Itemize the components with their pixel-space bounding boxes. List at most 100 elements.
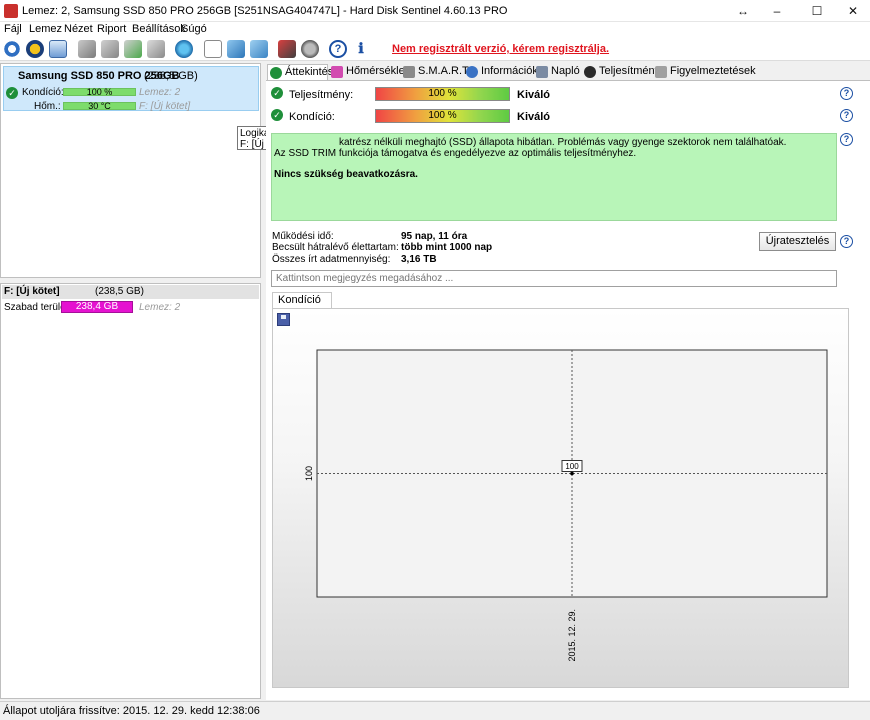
free-space-ref: Lemez: 2 <box>139 302 181 313</box>
disk-health-label: Kondíció: <box>22 87 64 98</box>
data-label: 100 <box>565 462 579 471</box>
retest-help-icon[interactable]: ? <box>840 235 853 248</box>
menu-file[interactable]: Fájl <box>4 23 22 35</box>
uptime-value: 95 nap, 11 óra <box>401 231 468 242</box>
x-tick-label: 2015. 12. 29. <box>567 609 577 662</box>
disk-list-item-selected[interactable]: Samsung SSD 850 PRO 256GB (238,5 GB) ✓ K… <box>3 66 259 112</box>
health-ok-icon: ✓ <box>271 109 283 121</box>
tab-log[interactable]: Napló <box>534 64 580 80</box>
network-2-icon[interactable] <box>250 40 268 58</box>
refresh-icon[interactable] <box>3 40 21 58</box>
chart-tab-health[interactable]: Kondíció (%) <box>272 292 332 321</box>
retest-button[interactable]: Újratesztelés <box>759 232 836 251</box>
message-line-1: katrész nélküli meghajtó (SSD) állapota … <box>339 137 787 148</box>
message-recommendation: Nincs szükség beavatkozásra. <box>274 169 418 180</box>
toolbar: ? ℹ Nem regisztrált verzió, kérem regisz… <box>0 37 870 61</box>
tab-temperature-label: Hőmérséklet <box>346 65 408 77</box>
menu-report[interactable]: Riport <box>97 23 126 35</box>
menu-view[interactable]: Nézet <box>64 23 93 35</box>
tab-temperature[interactable]: Hőmérséklet <box>329 64 408 80</box>
performance-help-icon[interactable]: ? <box>840 87 853 100</box>
message-help-icon[interactable]: ? <box>840 133 853 146</box>
written-value: 3,16 TB <box>401 254 437 265</box>
tab-information-label: Információk <box>481 65 538 77</box>
app-icon <box>4 4 18 18</box>
menu-settings[interactable]: Beállítások <box>132 23 186 35</box>
message-line-2: Az SSD TRIM funkciója támogatva és enged… <box>274 148 637 159</box>
disk-list-panel: Samsung SSD 850 PRO 256GB (238,5 GB) ✓ K… <box>0 63 261 278</box>
tab-overview-label: Áttekintés <box>285 66 334 78</box>
monitor-icon[interactable] <box>278 40 296 58</box>
globe-icon[interactable] <box>175 40 193 58</box>
title-bar: Lemez: 2, Samsung SSD 850 PRO 256GB [S25… <box>0 0 870 22</box>
check-icon <box>270 67 282 79</box>
health-label: Kondíció: <box>289 111 335 123</box>
volume-size: (238,5 GB) <box>95 286 144 297</box>
hdd-warning-icon[interactable] <box>26 40 44 58</box>
close-button[interactable]: ✕ <box>836 0 870 22</box>
performance-status: Kiváló <box>517 89 551 101</box>
disk-check-icon[interactable] <box>124 40 142 58</box>
tab-smart[interactable]: S.M.A.R.T. <box>401 64 471 80</box>
tab-alerts[interactable]: Figyelmeztetések <box>653 64 756 80</box>
alert-icon <box>655 66 667 78</box>
chart-area: 100 2015. 12. 29. 100 <box>272 308 849 688</box>
thermometer-icon <box>331 66 343 78</box>
disk-tool-2-icon[interactable] <box>101 40 119 58</box>
volume-list-panel: F: [Új kötet] (238,5 GB) Szabad terület … <box>0 283 261 699</box>
health-bar: 100 % <box>375 109 510 123</box>
status-bar: Állapot utoljára frissítve: 2015. 12. 29… <box>0 701 870 720</box>
tab-performance[interactable]: Teljesítmény <box>582 64 660 80</box>
volume-name: F: [Új kötet] <box>4 286 60 297</box>
performance-label: Teljesítmény: <box>289 89 354 101</box>
disk-health-bar: 100 % <box>63 88 136 97</box>
unregistered-link[interactable]: Nem regisztrált verzió, kérem regisztrál… <box>392 43 609 55</box>
tab-bar: Áttekintés Hőmérséklet S.M.A.R.T. Inform… <box>267 64 870 80</box>
disk-health-ref: Lemez: 2 <box>139 87 181 98</box>
info-icon <box>466 66 478 78</box>
disk-temp-bar: 30 °C <box>63 102 136 111</box>
health-help-icon[interactable]: ? <box>840 109 853 122</box>
chart-icon[interactable] <box>301 40 319 58</box>
mail-icon[interactable] <box>49 40 67 58</box>
gauge-icon <box>584 66 596 78</box>
tab-information[interactable]: Információk <box>464 64 538 80</box>
disk-size: (238,5 GB) <box>144 70 198 82</box>
tab-overview[interactable]: Áttekintés <box>267 64 333 80</box>
uptime-label: Működési idő: <box>272 231 334 242</box>
y-tick-label: 100 <box>304 466 314 481</box>
check-icon: ✓ <box>6 87 18 99</box>
document-icon[interactable] <box>204 40 222 58</box>
lifetime-label: Becsült hátralévő élettartam: <box>272 242 399 253</box>
tab-log-label: Napló <box>551 65 580 77</box>
help-icon[interactable]: ? <box>329 40 347 58</box>
network-icon[interactable] <box>227 40 245 58</box>
health-chart: 100 2015. 12. 29. 100 <box>304 349 828 662</box>
disk-temp-label: Hőm.: <box>34 101 61 112</box>
disk-temp-ref: F: [Új kötet] <box>139 101 191 112</box>
free-space-label: Szabad terület <box>4 302 69 313</box>
data-point <box>570 471 574 476</box>
log-icon <box>536 66 548 78</box>
restore-icon[interactable]: ↔ <box>726 0 760 22</box>
tab-alerts-label: Figyelmeztetések <box>670 65 756 77</box>
menu-help[interactable]: Súgó <box>181 23 207 35</box>
status-message-box: katrész nélküli meghajtó (SSD) állapota … <box>271 133 837 221</box>
menu-bar: Fájl Lemez Nézet Riport Beállítások Súgó <box>0 22 870 37</box>
performance-ok-icon: ✓ <box>271 87 283 99</box>
info-icon[interactable]: ℹ <box>352 40 370 58</box>
tab-performance-label: Teljesítmény <box>599 65 661 77</box>
tools-icon <box>403 66 415 78</box>
volume-item[interactable]: F: [Új kötet] (238,5 GB) <box>2 285 259 299</box>
minimize-button[interactable]: – <box>760 0 794 22</box>
window-title: Lemez: 2, Samsung SSD 850 PRO 256GB [S25… <box>22 5 508 17</box>
menu-disk[interactable]: Lemez <box>29 23 62 35</box>
written-label: Összes írt adatmennyiség: <box>272 254 391 265</box>
disk-tool-icon[interactable] <box>78 40 96 58</box>
performance-bar: 100 % <box>375 87 510 101</box>
free-space-bar: 238,4 GB <box>61 301 133 313</box>
disk-settings-icon[interactable] <box>147 40 165 58</box>
maximize-button[interactable]: ☐ <box>800 0 834 22</box>
note-input[interactable] <box>271 270 837 287</box>
lifetime-value: több mint 1000 nap <box>401 242 493 253</box>
